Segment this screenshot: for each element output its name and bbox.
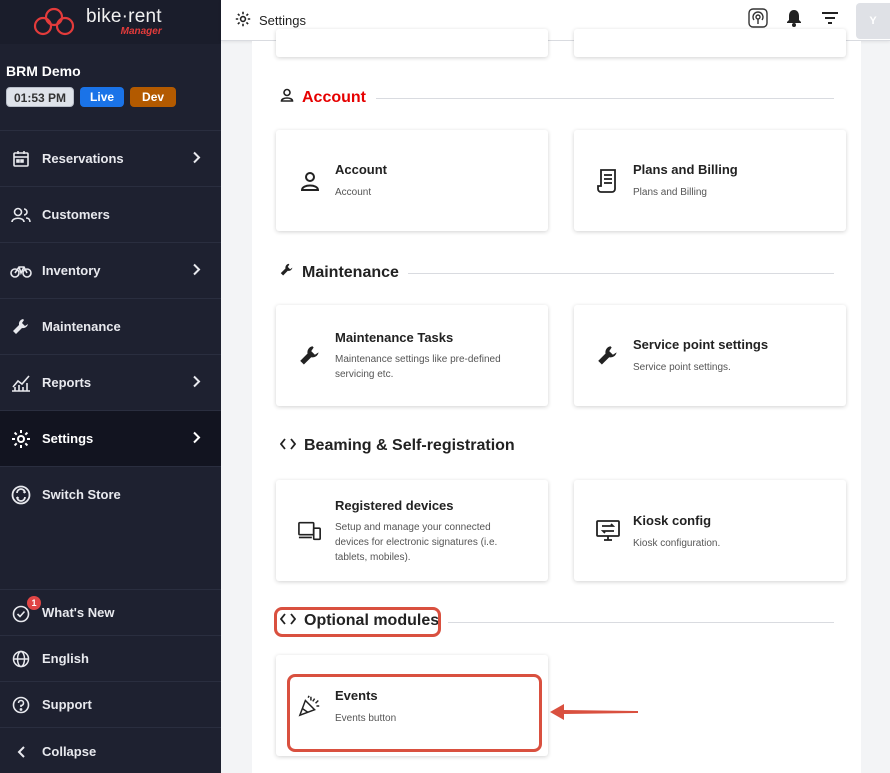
card-description: Service point settings. — [633, 362, 731, 373]
section-title-account: Account — [302, 88, 366, 106]
section-maintenance: Maintenance — [280, 263, 835, 282]
settings-card-maintenance-tasks[interactable]: Maintenance Tasks Maintenance settings l… — [276, 305, 548, 406]
collapse-item[interactable]: Collapse — [0, 727, 221, 773]
time-badge: 01:53 PM — [6, 87, 75, 107]
sidebar-item-label: Settings — [42, 431, 94, 446]
filter-icon — [821, 11, 839, 30]
sidebar-item-label: Reports — [42, 375, 92, 390]
highlight-optional-modules — [274, 607, 441, 637]
chevron-right-icon — [193, 431, 201, 446]
card-description: Account — [335, 187, 372, 198]
support-label: Support — [42, 697, 92, 712]
users-icon — [10, 204, 32, 226]
chevron-right-icon — [193, 151, 201, 166]
whats-new-item[interactable]: 1 What's New — [0, 589, 221, 635]
globe-icon — [10, 648, 32, 670]
settings-card-service-point[interactable]: Service point settings Service point set… — [574, 305, 846, 406]
settings-card-partial[interactable] — [574, 29, 846, 57]
chart-icon — [10, 372, 32, 394]
gear-icon — [235, 11, 251, 30]
support-item[interactable]: Support — [0, 681, 221, 727]
sidebar: bike·rent Manager BRM Demo 01:53 PM Live… — [0, 0, 221, 773]
card-title: Plans and Billing — [633, 162, 738, 177]
page-title: Settings — [235, 11, 306, 30]
sidebar-item-reservations[interactable]: Reservations — [0, 130, 221, 186]
avatar[interactable]: Y — [856, 2, 890, 39]
brand-name: bike·rent — [86, 6, 162, 27]
receipt-icon — [596, 168, 620, 193]
section-title-beaming: Beaming & Self-registration — [304, 437, 515, 454]
settings-card-partial[interactable] — [276, 29, 548, 57]
card-description: Kiosk configuration. — [633, 538, 721, 549]
sidebar-item-label: Customers — [42, 207, 110, 222]
bike-icon — [10, 260, 32, 282]
collapse-label: Collapse — [42, 744, 97, 759]
brand[interactable]: bike·rent Manager — [0, 0, 221, 44]
settings-panel: Account Account Account Plans and Billin… — [252, 29, 861, 773]
chevron-right-icon — [193, 375, 201, 390]
sidebar-item-settings[interactable]: Settings — [0, 410, 221, 466]
section-title-maintenance: Maintenance — [302, 263, 399, 281]
sidebar-item-label: Switch Store — [42, 487, 121, 502]
live-badge[interactable]: Live — [80, 87, 125, 107]
card-title: Account — [335, 162, 387, 177]
sidebar-bottom-nav: 1 What's New English Support Collapse — [0, 589, 221, 773]
kiosk-icon — [596, 519, 620, 543]
code-icon — [279, 437, 297, 455]
sidebar-item-label: Inventory — [42, 263, 101, 278]
card-title: Maintenance Tasks — [335, 330, 454, 345]
card-description: Setup and manage your connected devices … — [335, 522, 498, 563]
highlight-events-card — [287, 674, 542, 752]
brand-subtitle: Manager — [120, 26, 162, 37]
settings-card-registered-devices[interactable]: Registered devices Setup and manage your… — [276, 480, 548, 581]
card-title: Service point settings — [633, 337, 769, 352]
gear-icon — [10, 428, 32, 450]
notification-count-badge: 1 — [27, 596, 41, 610]
wrench-icon — [298, 344, 322, 368]
section-beaming: Beaming & Self-registration — [279, 437, 835, 455]
devices-icon — [298, 519, 322, 543]
card-title: Kiosk config — [633, 513, 712, 528]
card-description: Maintenance settings like pre-defined se… — [335, 354, 501, 380]
sidebar-item-customers[interactable]: Customers — [0, 186, 221, 242]
calendar-icon — [10, 148, 32, 170]
annotation-arrow-icon — [550, 704, 638, 720]
settings-card-kiosk-config[interactable]: Kiosk config Kiosk configuration. — [574, 480, 846, 581]
sidebar-item-switch-store[interactable]: Switch Store — [0, 466, 221, 522]
brand-logo-icon — [32, 5, 76, 39]
section-account: Account — [280, 88, 835, 107]
chevron-left-icon — [10, 741, 32, 763]
sidebar-item-label: Reservations — [42, 151, 124, 166]
wrench-icon — [10, 316, 32, 338]
user-icon — [298, 169, 322, 193]
wrench-icon — [596, 344, 620, 368]
chevron-right-icon — [193, 263, 201, 278]
sidebar-item-inventory[interactable]: Inventory — [0, 242, 221, 298]
card-title: Registered devices — [335, 498, 454, 513]
settings-card-account[interactable]: Account Account — [276, 130, 548, 231]
wrench-icon — [280, 263, 294, 282]
store-name: BRM Demo — [6, 63, 81, 79]
sidebar-item-reports[interactable]: Reports — [0, 354, 221, 410]
page-title-text: Settings — [259, 12, 306, 28]
whats-new-label: What's New — [42, 605, 115, 620]
dev-badge[interactable]: Dev — [130, 87, 177, 107]
sidebar-item-maintenance[interactable]: Maintenance — [0, 298, 221, 354]
settings-card-plans-billing[interactable]: Plans and Billing Plans and Billing — [574, 130, 846, 231]
sidebar-item-label: Maintenance — [42, 319, 121, 334]
card-description: Plans and Billing — [633, 187, 707, 198]
user-icon — [280, 88, 294, 107]
switch-icon — [10, 484, 32, 506]
help-icon — [10, 694, 32, 716]
sidebar-nav: Reservations Customers Inventory Mainten… — [0, 130, 221, 522]
language-label: English — [42, 651, 89, 666]
language-item[interactable]: English — [0, 635, 221, 681]
